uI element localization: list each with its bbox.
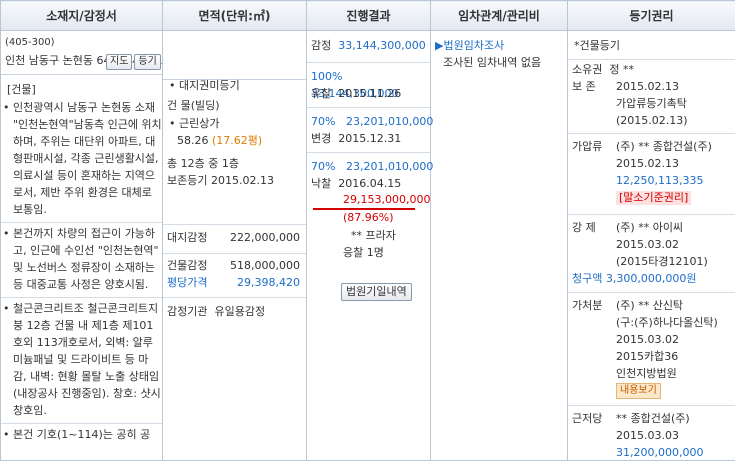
reg-seizure-holder: (주) ** 종합건설(주) — [616, 138, 735, 155]
bidder-count: 응찰 1명 — [343, 244, 430, 261]
register-button[interactable]: 등기 — [134, 54, 160, 70]
tenant-note: 조사된 임차내역 없음 — [443, 54, 567, 71]
floors-info: 총 12층 중 1층 — [167, 155, 306, 172]
section-title: [건물] — [7, 81, 162, 97]
reg-base-right-badge: [말소기준권리] — [616, 191, 691, 205]
round2-status: 변경 — [311, 132, 331, 145]
round1-date: 2015.11.26 — [338, 87, 401, 100]
reg-forced-holder: (주) ** 아이씨 — [616, 219, 735, 236]
round3-status: 낙찰 — [311, 177, 331, 190]
location-cell: (405-300) 인천 남동구 논현동 649-2 세일프라자 1층 ** [… — [1, 31, 163, 461]
court-schedule-button[interactable]: 법원기일내역 — [341, 283, 412, 301]
winning-bid: 29,153,000,000 — [343, 193, 430, 206]
land-unregistered: 대지권미등기 — [179, 79, 240, 92]
area-cell: 지도등기 • 대지권미등기 건 물(빌딩) • 근린상가 58.26 (17.6… — [163, 31, 307, 461]
header-location: 소재지/감정서 — [1, 1, 163, 31]
registry-title: *건물등기 — [574, 37, 735, 54]
reg-preserve-note: 가압류등기촉탁 — [616, 95, 735, 112]
appraiser-label: 감정기관 — [167, 305, 207, 318]
reg-owner-name: 정 ** — [609, 63, 634, 76]
winning-ratio: (87.96%) — [343, 209, 430, 226]
progress-cell: 감정 33,144,300,000 100% 33,144,300,000 유찰… — [307, 31, 431, 461]
avg-price-value: 29,398,420 — [237, 274, 300, 291]
reg-injunction-holder: (주) ** 산신탁 — [616, 297, 735, 314]
reg-seizure-date: 2015.02.13 — [616, 155, 735, 172]
reg-claim-value: 3,300,000,000원 — [606, 272, 697, 285]
reg-seizure-amount: 12,250,113,335 — [616, 172, 735, 189]
round1-status: 유찰 — [311, 87, 331, 100]
reg-preserve-note-date: (2015.02.13) — [616, 112, 735, 129]
reg-mortgage-date: 2015.03.03 — [616, 427, 735, 444]
round3-date: 2016.04.15 — [338, 177, 401, 190]
building-appraisal-label: 건물감정 — [167, 259, 207, 272]
round1-pct: 100% — [311, 70, 342, 83]
desc-bullet-4: 본건 기호(1~114)는 공히 공 — [3, 426, 162, 443]
reg-preserve-date: 2015.02.13 — [616, 78, 735, 95]
postal-code: (405-300) — [5, 37, 162, 48]
round2-date: 2015.12.31 — [338, 132, 401, 145]
view-content-button[interactable]: 내용보기 — [616, 383, 661, 399]
preserve-registration: 보존등기 2015.02.13 — [167, 172, 306, 189]
reg-injunction-date: 2015.03.02 — [616, 331, 735, 348]
reg-injunction-case: 2015카합36 — [616, 348, 735, 365]
round2-pct: 70% — [311, 115, 335, 128]
reg-forced-date: 2015.03.02 — [616, 236, 735, 253]
auction-detail-table: 소재지/감정서 면적(단위:㎡) 진행결과 임차관계/관리비 등기권리 (405… — [0, 0, 735, 461]
map-button[interactable]: 지도 — [106, 54, 132, 70]
avg-price-label: 평당가격 — [167, 276, 207, 289]
desc-bullet-3: 철근콘크리트조 철근콘크리트지붕 12층 건물 내 제1층 제101호외 113… — [3, 300, 162, 419]
desc-bullet-2: 본건까지 차량의 접근이 가능하고, 인근에 수인선 "인천논현역" 및 노선버… — [3, 225, 162, 293]
header-progress: 진행결과 — [307, 1, 431, 31]
appraiser-value: 유일용감정 — [214, 305, 265, 318]
tenant-cell: ▶법원임차조사 조사된 임차내역 없음 — [431, 31, 568, 461]
building-pyeong: (17.62평) — [212, 134, 262, 147]
land-appraisal-label: 대지감정 — [167, 231, 207, 244]
court-tenant-link[interactable]: 법원임차조사 — [443, 39, 504, 52]
header-row: 소재지/감정서 면적(단위:㎡) 진행결과 임차관계/관리비 등기권리 — [1, 1, 735, 31]
appraisal-value: 33,144,300,000 — [338, 39, 425, 52]
building-label: 건 물(빌딩) — [167, 97, 306, 114]
round2-value: 23,201,010,000 — [346, 115, 433, 128]
appraisal-label: 감정 — [311, 39, 331, 52]
reg-mortgage-holder: ** 종합건설(주) — [616, 410, 735, 427]
header-tenant: 임차관계/관리비 — [431, 1, 568, 31]
building-appraisal-value: 518,000,000 — [230, 257, 300, 274]
reg-injunction-former: (구:(주)하나다올신탁) — [616, 314, 735, 331]
bidder-name: ** 프라자 — [351, 227, 430, 244]
building-use: 근린상가 — [179, 117, 219, 130]
land-appraisal-value: 222,000,000 — [230, 229, 300, 246]
reg-injunction-court: 인천지방법원 — [616, 365, 735, 382]
reg-mortgage-amount: 31,200,000,000 — [616, 444, 735, 461]
reg-claim-label: 청구액 — [572, 272, 602, 285]
header-area: 면적(단위:㎡) — [163, 1, 307, 31]
registry-cell: *건물등기 소유권 정 ** 보 존 2015.02.13 가압류등기촉탁 (2… — [568, 31, 735, 461]
round3-value: 23,201,010,000 — [346, 160, 433, 173]
reg-forced-case: (2015타경12101) — [616, 253, 735, 270]
building-area: 58.26 — [177, 134, 209, 147]
header-registry: 등기권리 — [568, 1, 735, 31]
round3-pct: 70% — [311, 160, 335, 173]
desc-bullet-1: 인천광역시 남동구 논현동 소재 "인천논현역"남동측 인근에 위치하며, 주위… — [3, 99, 162, 218]
reg-owner-label: 소유권 — [572, 63, 602, 76]
